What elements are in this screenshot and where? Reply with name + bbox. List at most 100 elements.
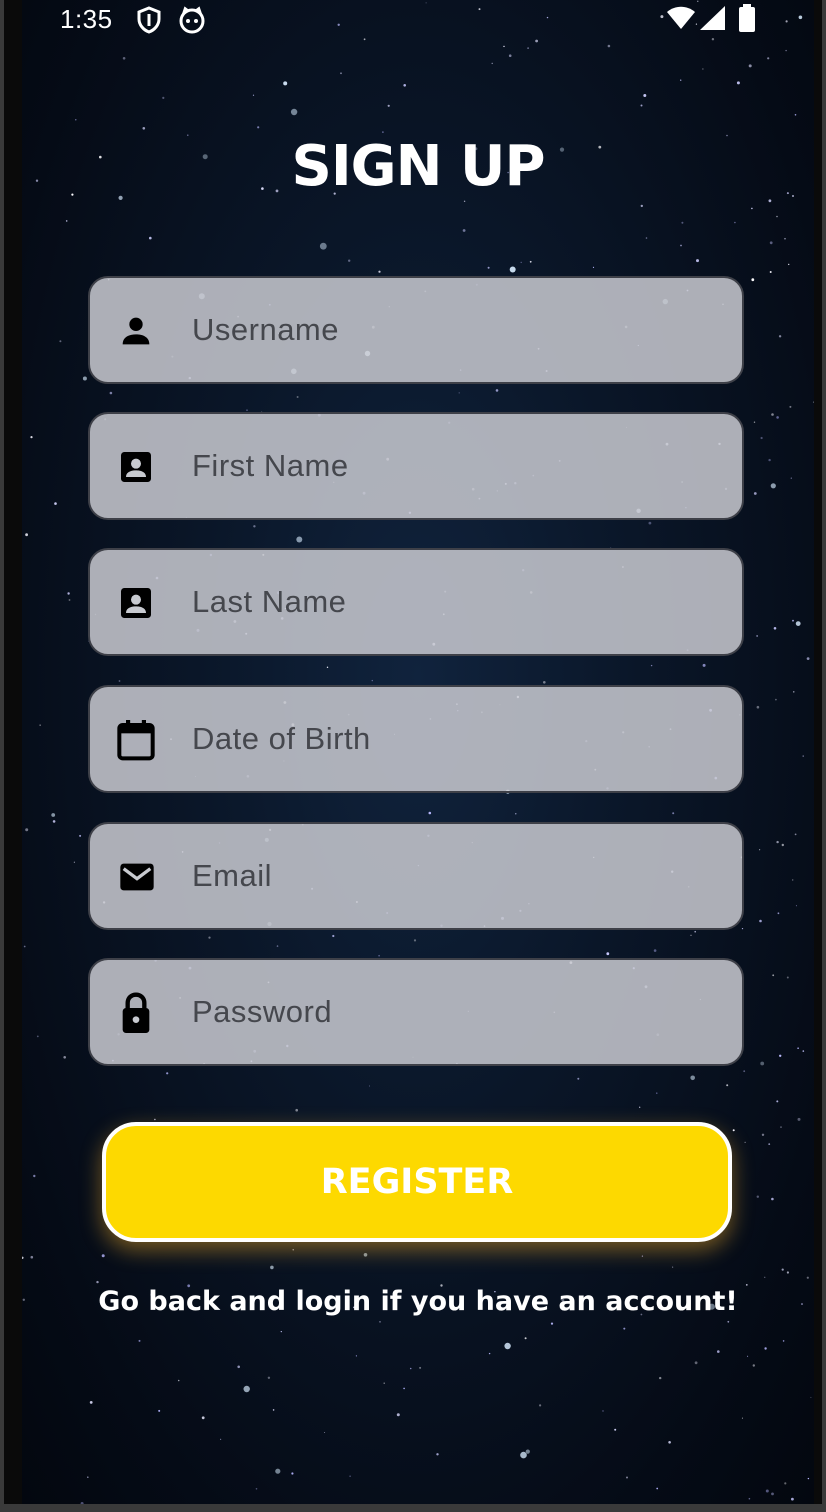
- star: [332, 934, 335, 938]
- star: [65, 220, 68, 222]
- email-field[interactable]: [88, 822, 744, 930]
- star: [326, 666, 329, 668]
- star: [771, 413, 774, 416]
- star: [680, 79, 682, 81]
- star: [736, 81, 740, 85]
- star: [802, 755, 804, 757]
- star: [378, 270, 381, 273]
- date-of-birth-input[interactable]: [192, 687, 722, 791]
- star: [324, 1432, 326, 1433]
- star: [162, 96, 165, 99]
- email-input[interactable]: [192, 824, 722, 928]
- date-of-birth-field[interactable]: [88, 685, 744, 793]
- mail-icon: [116, 857, 156, 897]
- star: [771, 1492, 774, 1496]
- star: [753, 421, 756, 423]
- star: [765, 1489, 769, 1493]
- star: [653, 949, 657, 952]
- star: [702, 663, 706, 667]
- star: [348, 259, 351, 262]
- star: [253, 525, 256, 528]
- star: [641, 1255, 644, 1257]
- password-input[interactable]: [192, 960, 722, 1064]
- star: [775, 698, 777, 701]
- star: [702, 68, 704, 70]
- star: [252, 94, 255, 96]
- star: [806, 1276, 809, 1279]
- star: [550, 1322, 554, 1325]
- star: [748, 1497, 751, 1500]
- last-name-field[interactable]: [88, 548, 744, 656]
- star: [648, 521, 652, 525]
- star: [771, 1197, 774, 1201]
- first-name-field[interactable]: [88, 412, 744, 520]
- star: [51, 813, 56, 817]
- first-name-input[interactable]: [192, 414, 722, 518]
- star: [340, 72, 342, 75]
- star: [295, 1108, 299, 1112]
- star: [525, 1449, 530, 1454]
- star: [413, 939, 417, 942]
- star: [759, 919, 762, 923]
- star: [63, 1056, 66, 1059]
- star: [656, 1092, 658, 1094]
- cellular-signal-icon: [700, 6, 726, 35]
- star: [776, 416, 779, 419]
- star: [237, 1365, 240, 1369]
- star: [89, 1401, 93, 1404]
- star: [759, 849, 761, 851]
- star: [741, 928, 744, 930]
- star: [79, 834, 82, 837]
- star: [768, 1143, 771, 1145]
- star: [764, 1276, 766, 1278]
- username-input[interactable]: [192, 278, 722, 382]
- star: [363, 1253, 368, 1257]
- star: [681, 221, 684, 224]
- star: [36, 1035, 39, 1038]
- password-field[interactable]: [88, 958, 744, 1066]
- star: [369, 1085, 370, 1087]
- star: [668, 1441, 671, 1444]
- star: [786, 976, 789, 979]
- star: [543, 681, 546, 684]
- star: [462, 229, 466, 232]
- star: [777, 912, 780, 915]
- star: [797, 1047, 799, 1049]
- star: [734, 221, 736, 224]
- register-button[interactable]: REGISTER: [102, 1122, 732, 1242]
- star: [780, 1126, 782, 1128]
- star: [458, 392, 460, 394]
- star: [290, 108, 298, 116]
- star: [680, 244, 682, 247]
- star: [142, 127, 146, 130]
- login-link[interactable]: Go back and login if you have an account…: [22, 1286, 814, 1317]
- star: [781, 843, 784, 847]
- contact-card-icon: [116, 447, 156, 487]
- star: [520, 261, 522, 264]
- star: [792, 619, 794, 622]
- star: [371, 679, 373, 682]
- star: [276, 945, 279, 947]
- contact-card-icon: [116, 583, 156, 623]
- star: [643, 94, 647, 97]
- star: [319, 242, 327, 250]
- star: [793, 691, 795, 693]
- star: [807, 1477, 810, 1480]
- star: [672, 812, 675, 815]
- star: [80, 1502, 84, 1504]
- star: [756, 635, 758, 637]
- star: [781, 1268, 784, 1271]
- star: [495, 389, 499, 392]
- star: [535, 39, 538, 43]
- star: [752, 1364, 755, 1367]
- star: [794, 114, 797, 116]
- username-field[interactable]: [88, 276, 744, 384]
- last-name-input[interactable]: [192, 550, 722, 654]
- wifi-icon: [666, 6, 696, 35]
- star: [790, 477, 792, 479]
- star: [810, 1396, 812, 1398]
- star: [101, 1254, 105, 1258]
- star: [68, 599, 71, 601]
- star: [30, 1255, 34, 1259]
- star: [769, 241, 773, 245]
